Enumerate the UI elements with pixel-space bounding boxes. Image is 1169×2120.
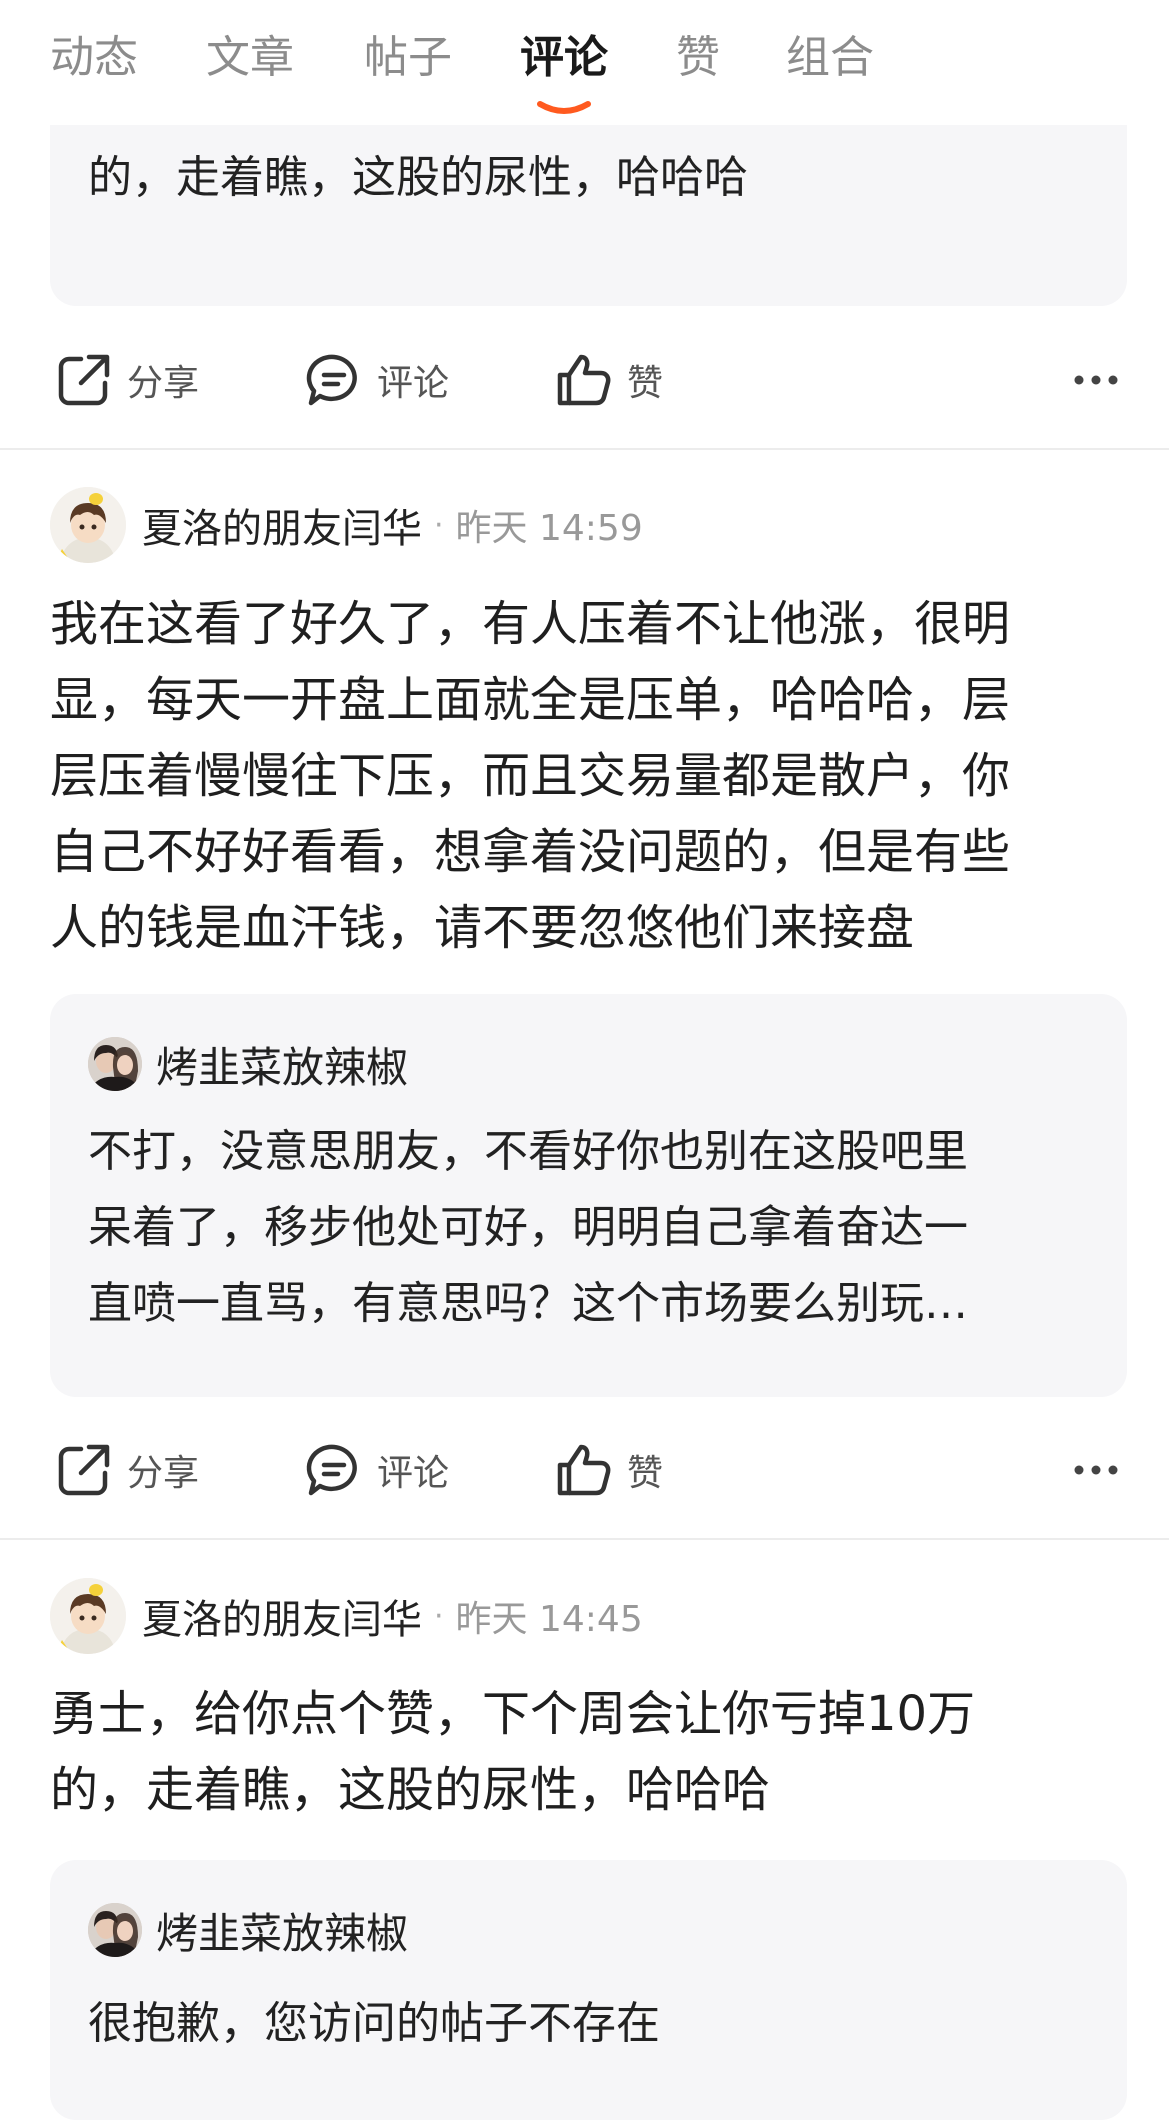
action-bar: 分享 评论 赞	[0, 1430, 1169, 1510]
like-label: 赞	[627, 1453, 664, 1494]
reply-text-line: 呆着了，移步他处可好，明明自己拿着奋达一	[88, 1202, 968, 1253]
reply-avatar[interactable]	[88, 1903, 142, 1957]
tab-likes[interactable]: 赞	[676, 28, 720, 88]
post-body[interactable]: 我在这看了好久了，有人压着不让他涨，很明 显，每天一开盘上面就全是压单，哈哈哈，…	[50, 586, 1010, 966]
action-bar: 分享 评论 赞	[0, 340, 1169, 420]
share-icon	[58, 1444, 110, 1496]
more-dots-icon	[1074, 1465, 1118, 1475]
author-name[interactable]: 夏洛的朋友闫华	[142, 1587, 422, 1645]
share-button[interactable]: 分享	[55, 340, 199, 420]
comment-icon	[306, 1444, 357, 1496]
tab-dynamics[interactable]: 动态	[50, 28, 138, 88]
reply-author-name[interactable]: 烤韭菜放辣椒	[156, 1900, 408, 1961]
reply-avatar-image	[88, 1037, 142, 1091]
avatar[interactable]	[50, 1578, 126, 1654]
reply-quote-box[interactable]: 烤韭菜放辣椒 不打，没意思朋友，不看好你也别在这股吧里 呆着了，移步他处可好，明…	[50, 994, 1127, 1397]
post-header: 夏洛的朋友闫华 · 昨天 14:59	[50, 485, 643, 565]
meta-separator: ·	[434, 507, 444, 543]
reply-text-line: 勇士，给你点个赞，下个周会让你亏掉10万 的，走着瞧，这股的尿性，哈哈哈	[88, 76, 936, 203]
share-icon	[58, 354, 110, 406]
reply-header: 烤韭菜放辣椒	[88, 1900, 408, 1960]
tab-articles[interactable]: 文章	[206, 28, 294, 88]
more-button[interactable]	[1073, 340, 1119, 420]
avatar-image	[50, 1578, 126, 1654]
reply-text-line: 直喷一直骂，有意思吗？这个市场要么别玩…	[88, 1278, 968, 1329]
tab-bar: 动态 文章 帖子 评论 赞 组合	[0, 0, 1169, 125]
share-button[interactable]: 分享	[55, 1430, 199, 1510]
post-body[interactable]: 勇士，给你点个赞，下个周会让你亏掉10万 的，走着瞧，这股的尿性，哈哈哈	[50, 1676, 975, 1828]
reply-text-line: 很抱歉，您访问的帖子不存在	[88, 1998, 660, 2049]
post-text-line: 我在这看了好久了，有人压着不让他涨，很明	[50, 596, 1011, 652]
comment-label: 评论	[377, 363, 450, 404]
post-text-line: 人的钱是血汗钱，请不要忽悠他们来接盘	[50, 900, 915, 956]
avatar-image	[50, 487, 126, 563]
post-text-line: 的，走着瞧，这股的尿性，哈哈哈	[50, 1762, 771, 1818]
reply-quote-box[interactable]: 烤韭菜放辣椒 很抱歉，您访问的帖子不存在	[50, 1860, 1127, 2120]
more-dots-icon	[1074, 375, 1118, 385]
post-text-line: 显，每天一开盘上面就全是压单，哈哈哈，层	[50, 672, 1011, 728]
post-time: 昨天 14:59	[455, 508, 643, 549]
post-time: 昨天 14:45	[455, 1599, 643, 1640]
reply-avatar-image	[88, 1903, 142, 1957]
reply-avatar[interactable]	[88, 1037, 142, 1091]
active-tab-indicator	[537, 101, 591, 114]
comment-icon	[306, 354, 357, 406]
post-text-line: 勇士，给你点个赞，下个周会让你亏掉10万	[50, 1686, 976, 1742]
tab-posts[interactable]: 帖子	[364, 28, 452, 88]
post-text-line: 自己不好好看看，想拿着没问题的，但是有些	[50, 824, 1011, 880]
comment-button[interactable]: 评论	[305, 1430, 449, 1510]
reply-body: 很抱歉，您访问的帖子不存在	[88, 1986, 660, 2062]
reply-author-name[interactable]: 烤韭菜放辣椒	[156, 1034, 408, 1095]
divider	[0, 1538, 1169, 1540]
meta-separator: ·	[434, 1598, 444, 1634]
like-label: 赞	[627, 363, 664, 404]
reply-text-line: 不打，没意思朋友，不看好你也别在这股吧里	[88, 1126, 968, 1177]
comment-label: 评论	[377, 1453, 450, 1494]
more-button[interactable]	[1073, 1430, 1119, 1510]
share-label: 分享	[127, 1453, 200, 1494]
reply-body: 不打，没意思朋友，不看好你也别在这股吧里 呆着了，移步他处可好，明明自己拿着奋达…	[88, 1114, 968, 1342]
comment-button[interactable]: 评论	[305, 340, 449, 420]
post-text-line: 层压着慢慢往下压，而且交易量都是散户，你	[50, 748, 1011, 804]
thumbs-up-icon	[557, 354, 611, 406]
reply-header: 烤韭菜放辣椒	[88, 1034, 408, 1094]
tab-portfolios[interactable]: 组合	[786, 28, 874, 88]
thumbs-up-icon	[557, 1444, 611, 1496]
like-button[interactable]: 赞	[555, 340, 663, 420]
avatar[interactable]	[50, 487, 126, 563]
share-label: 分享	[127, 363, 200, 404]
post-header: 夏洛的朋友闫华 · 昨天 14:45	[50, 1576, 643, 1656]
tab-comments[interactable]: 评论	[520, 28, 608, 88]
like-button[interactable]: 赞	[555, 1430, 663, 1510]
divider	[0, 448, 1169, 450]
author-name[interactable]: 夏洛的朋友闫华	[142, 496, 422, 554]
